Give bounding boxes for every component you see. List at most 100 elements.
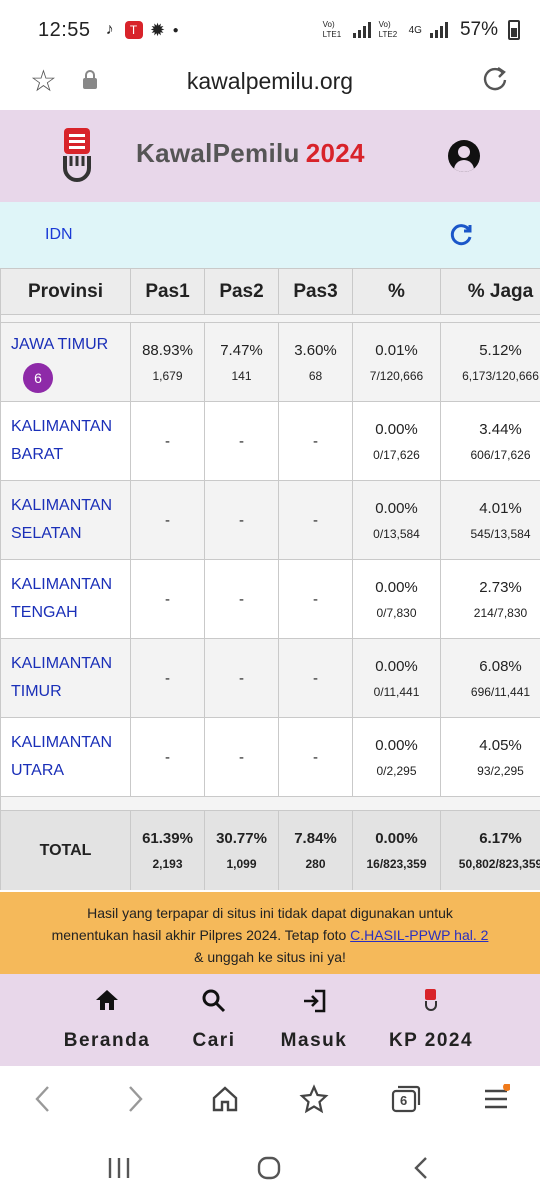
- pas3-cell: -: [278, 717, 353, 797]
- province-link[interactable]: KALIMANTAN BARAT: [11, 413, 130, 469]
- province-link[interactable]: KALIMANTAN TIMUR: [11, 650, 130, 706]
- pas2-percent: -: [239, 748, 244, 766]
- region-breadcrumb[interactable]: IDN: [45, 226, 73, 244]
- kawalpemilu-logo-icon[interactable]: [60, 126, 98, 189]
- bookmarks-star-icon[interactable]: [298, 1084, 330, 1119]
- account-icon[interactable]: [448, 140, 480, 172]
- province-cell: KALIMANTAN UTARA: [0, 717, 131, 797]
- pas3-percent: -: [313, 748, 318, 766]
- percent-cell: 0.00% 0/11,441: [352, 638, 441, 718]
- pas2-cell: -: [204, 717, 279, 797]
- url-text[interactable]: kawalpemilu.org: [0, 68, 540, 95]
- pas3-percent: -: [313, 669, 318, 687]
- col-header-pas1[interactable]: Pas1: [130, 268, 205, 315]
- col-header-pas3[interactable]: Pas3: [278, 268, 353, 315]
- percent-value: 0.00%: [375, 420, 418, 438]
- forward-icon[interactable]: [124, 1084, 146, 1119]
- jaga-percent: 3.44%: [479, 420, 522, 438]
- pas3-cell: -: [278, 559, 353, 639]
- col-header-percent[interactable]: %: [352, 268, 441, 315]
- nav-cari-label: Cari: [192, 1030, 236, 1051]
- pas2-cell: 7.47% 141: [204, 322, 279, 402]
- province-link[interactable]: KALIMANTAN TENGAH: [11, 571, 130, 627]
- notice-line1: Hasil yang terpapar di situs ini tidak d…: [87, 905, 453, 921]
- tiktok-icon: ♪: [105, 21, 114, 38]
- percent-count: 0/11,441: [373, 684, 420, 699]
- pas3-percent: 3.60%: [294, 341, 337, 359]
- province-cell: KALIMANTAN BARAT: [0, 401, 131, 481]
- battery-icon: [508, 20, 520, 40]
- pas2-cell: -: [204, 638, 279, 718]
- percent-count: 7/120,666: [369, 368, 424, 383]
- col-header-pas2[interactable]: Pas2: [204, 268, 279, 315]
- jaga-count: 606/17,626: [470, 447, 531, 462]
- recent-apps-icon[interactable]: [106, 1156, 132, 1185]
- province-link[interactable]: KALIMANTAN SELATAN: [11, 492, 130, 548]
- system-home-icon[interactable]: [256, 1156, 282, 1185]
- total-pas3-cell: 7.84% 280: [278, 810, 353, 890]
- col-header-provinsi[interactable]: Provinsi: [0, 268, 131, 315]
- percent-cell: 0.00% 0/7,830: [352, 559, 441, 639]
- jaga-count: 6,173/120,666: [462, 368, 539, 383]
- c-hasil-link[interactable]: C.HASIL-PPWP hal. 2: [350, 927, 488, 943]
- pas1-percent: -: [165, 669, 170, 687]
- pas1-percent: -: [165, 511, 170, 529]
- province-link[interactable]: JAWA TIMUR: [11, 331, 130, 359]
- jaga-percent: 4.01%: [479, 499, 522, 517]
- sim1-label: Vo) LTE1: [322, 20, 342, 39]
- sim2-label: Vo) LTE2: [378, 20, 398, 39]
- table-row: KALIMANTAN UTARA - - - 0.00% 0/2,295 4.05%…: [0, 717, 540, 797]
- total-pas3-count: 280: [305, 857, 326, 871]
- table-row: KALIMANTAN TIMUR - - - 0.00% 0/11,441 6.08…: [0, 638, 540, 718]
- back-icon[interactable]: [32, 1084, 54, 1119]
- table-row: KALIMANTAN TENGAH - - - 0.00% 0/7,830 2.73…: [0, 559, 540, 639]
- pas2-cell: -: [204, 559, 279, 639]
- total-pas3-percent: 7.84%: [294, 830, 337, 847]
- settings-gear-icon: ✹: [150, 19, 166, 40]
- province-cell: JAWA TIMUR 6: [0, 322, 131, 402]
- nav-kp2024[interactable]: KP 2024: [378, 974, 484, 1066]
- disclaimer-notice: Hasil yang terpapar di situs ini tidak d…: [0, 892, 540, 974]
- nav-beranda[interactable]: Beranda: [57, 974, 157, 1066]
- total-percent-count: 16/823,359: [366, 857, 427, 871]
- jaga-cell: 4.01% 545/13,584: [440, 480, 540, 560]
- signal-icon-2: [429, 22, 448, 38]
- pas2-percent: 7.47%: [220, 341, 263, 359]
- nav-cari[interactable]: Cari: [178, 974, 250, 1066]
- tabs-icon[interactable]: 6: [390, 1084, 422, 1119]
- col-header-percent-jaga[interactable]: % Jaga: [440, 268, 540, 315]
- jaga-percent: 5.12%: [479, 341, 522, 359]
- jaga-count: 214/7,830: [473, 605, 528, 620]
- login-icon: [301, 988, 327, 1019]
- jaga-count: 545/13,584: [470, 526, 531, 541]
- total-label: TOTAL: [0, 810, 131, 890]
- jaga-cell: 2.73% 214/7,830: [440, 559, 540, 639]
- results-table-container[interactable]: Provinsi Pas1 Pas2 Pas3 % % Jaga JAWA TI…: [0, 268, 540, 890]
- province-link[interactable]: KALIMANTAN UTARA: [11, 729, 130, 785]
- brand-title[interactable]: KawalPemilu 2024: [136, 138, 365, 169]
- pas1-percent: -: [165, 432, 170, 450]
- total-pas1-cell: 61.39% 2,193: [130, 810, 205, 890]
- pas2-cell: -: [204, 480, 279, 560]
- nav-masuk[interactable]: Masuk: [268, 974, 360, 1066]
- pas3-percent: -: [313, 511, 318, 529]
- province-cell: KALIMANTAN SELATAN: [0, 480, 131, 560]
- tabs-count: 6: [400, 1093, 408, 1108]
- pas1-cell: -: [130, 717, 205, 797]
- pas3-count: 68: [308, 368, 323, 383]
- home-browser-icon[interactable]: [210, 1084, 240, 1119]
- app-notification-icon: T: [124, 21, 143, 39]
- pas2-cell: -: [204, 401, 279, 481]
- app-header: KawalPemilu 2024: [0, 110, 540, 202]
- pas1-percent: -: [165, 590, 170, 608]
- reload-icon[interactable]: [480, 64, 510, 94]
- browser-url-bar: ☆ kawalpemilu.org: [0, 60, 540, 110]
- jaga-percent: 2.73%: [479, 578, 522, 596]
- table-row: KALIMANTAN BARAT - - - 0.00% 0/17,626 3.44…: [0, 401, 540, 481]
- refresh-icon[interactable]: [448, 222, 474, 248]
- pas1-count: 1,679: [152, 368, 183, 383]
- system-back-icon[interactable]: [410, 1156, 434, 1185]
- pas1-percent: 88.93%: [142, 341, 193, 359]
- pas2-percent: -: [239, 511, 244, 529]
- menu-icon[interactable]: [482, 1083, 511, 1119]
